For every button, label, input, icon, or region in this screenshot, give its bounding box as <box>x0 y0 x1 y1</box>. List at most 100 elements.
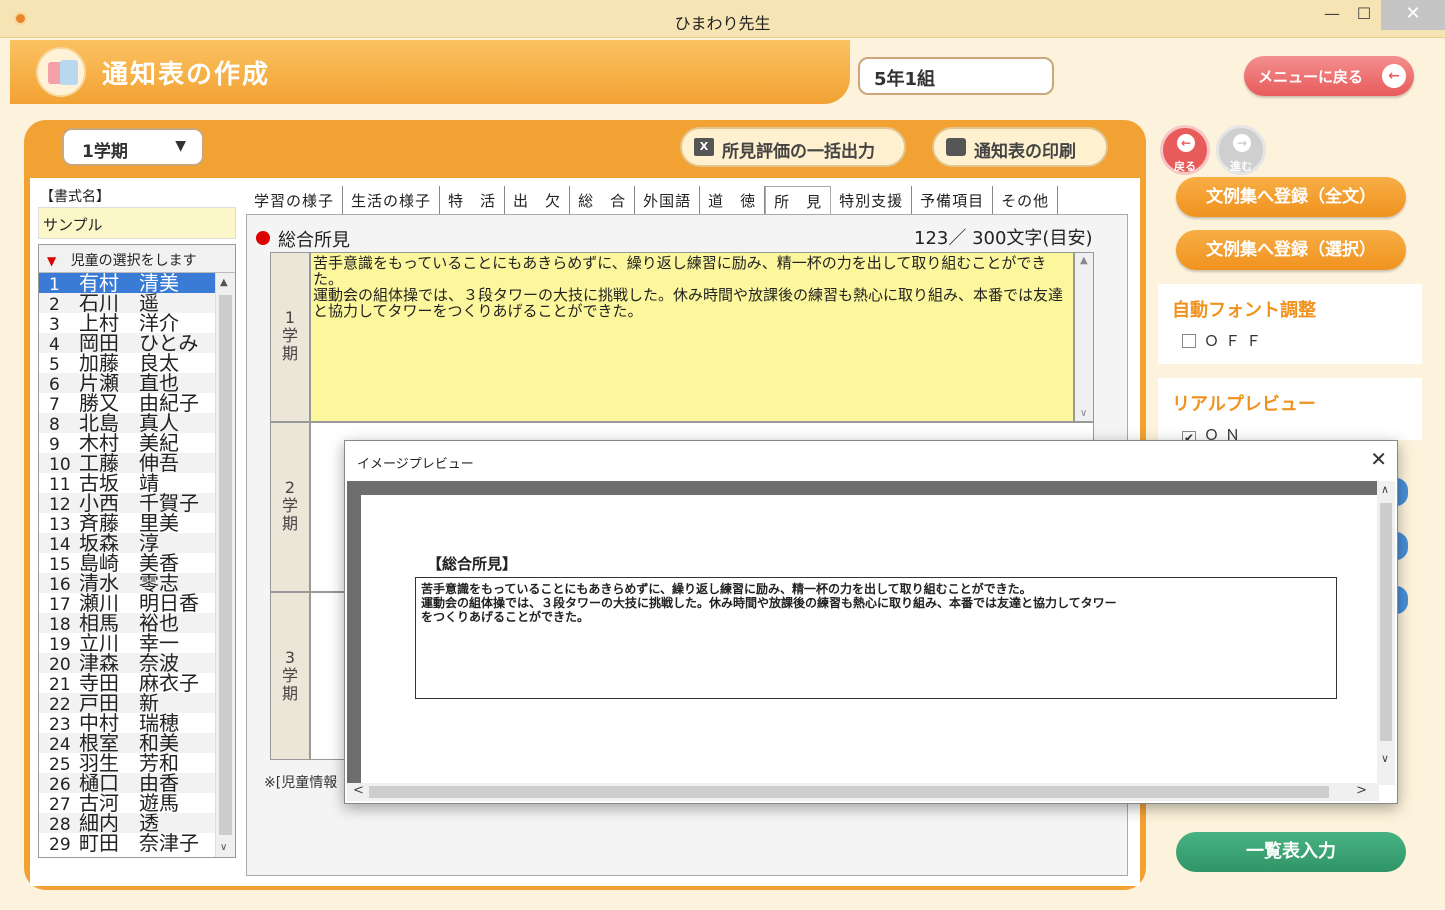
tab-10[interactable]: その他 <box>993 186 1059 214</box>
student-row[interactable]: 10 工藤 伸吾 <box>39 453 235 475</box>
register-selection-button[interactable]: 文例集へ登録（選択） <box>1176 230 1406 270</box>
excel-icon: X <box>694 138 714 156</box>
student-row[interactable]: 12 小西 千賀子 <box>39 493 235 515</box>
student-row[interactable]: 7 勝又 由紀子 <box>39 393 235 415</box>
student-row[interactable]: 15 島崎 美香 <box>39 551 235 575</box>
student-number: 13 <box>49 515 71 535</box>
scroll-right-icon[interactable]: > <box>1356 783 1367 798</box>
student-row[interactable]: 6 片瀬 直也 <box>39 371 235 395</box>
arrow-right-icon: → <box>1233 134 1251 152</box>
scroll-up-icon[interactable]: ▲ <box>1080 255 1088 266</box>
student-row[interactable]: 17 瀬川 明日香 <box>39 593 235 615</box>
auto-font-toggle[interactable]: ＯＦＦ <box>1158 322 1422 359</box>
bulk-export-button[interactable]: X 所見評価の一括出力 <box>680 127 906 167</box>
class-name-display: 5年1組 <box>858 57 1054 95</box>
student-list-scrollbar[interactable]: ▲ ∨ <box>215 273 235 857</box>
preview-heading: 【総合所見】 <box>427 555 518 573</box>
student-row[interactable]: 22 戸田 新 <box>39 693 235 715</box>
student-row[interactable]: 14 坂森 淳 <box>39 533 235 555</box>
term3-label: 3学期 <box>270 592 310 760</box>
scroll-up-icon[interactable]: ∧ <box>1381 483 1389 496</box>
real-preview-toggle[interactable]: ✔ ＯＮ <box>1158 416 1422 440</box>
term-select[interactable]: 1学期 ▼ <box>62 128 204 166</box>
student-row[interactable]: 2 石川 遥 <box>39 293 235 315</box>
forward-label: 進む <box>1230 160 1252 173</box>
scroll-up-icon[interactable]: ▲ <box>220 277 228 288</box>
tab-5[interactable]: 外国語 <box>635 186 701 214</box>
student-row[interactable]: 16 清水 零志 <box>39 573 235 595</box>
student-row[interactable]: 18 相馬 裕也 <box>39 613 235 635</box>
tab-7[interactable]: 所 見 <box>765 186 832 214</box>
student-row[interactable]: 20 津森 奈波 <box>39 653 235 675</box>
student-row[interactable]: 9 木村 美紀 <box>39 433 235 455</box>
preview-horizontal-scrollbar[interactable]: < > <box>347 783 1379 801</box>
student-list-header: ▼ 児童の選択をします <box>39 245 235 273</box>
student-number: 1 <box>49 275 60 295</box>
student-list[interactable]: ▼ 児童の選択をします 1 有村 清美 2 石川 遥 3 上村 洋介 4 岡田 ひとみ 5 加藤 … <box>38 244 236 858</box>
print-button[interactable]: 通知表の印刷 <box>932 127 1108 167</box>
maximize-button[interactable]: ☐ <box>1344 0 1384 30</box>
tab-2[interactable]: 特 活 <box>440 186 506 214</box>
student-number: 17 <box>49 595 71 615</box>
student-row[interactable]: 4 岡田 ひとみ <box>39 331 235 355</box>
menu-button-label: メニューに戻る <box>1258 68 1364 86</box>
student-row[interactable]: 29 町田 奈津子 <box>39 833 235 855</box>
back-button[interactable]: ← 戻る <box>1160 125 1210 175</box>
student-name: 上村 洋介 <box>79 311 179 335</box>
student-row[interactable]: 23 中村 瑞穂 <box>39 713 235 735</box>
dialog-title: イメージプレビュー <box>357 457 474 472</box>
forward-button[interactable]: → 進む <box>1216 125 1266 175</box>
tab-3[interactable]: 出 欠 <box>505 186 571 214</box>
tab-8[interactable]: 特別支援 <box>831 186 913 214</box>
close-window-button[interactable]: ✕ <box>1381 0 1445 30</box>
student-number: 5 <box>49 355 60 375</box>
scroll-thumb[interactable] <box>1380 503 1392 741</box>
close-icon[interactable]: ✕ <box>1370 447 1387 471</box>
arrow-left-icon: ← <box>1177 134 1195 152</box>
student-row[interactable]: 3 上村 洋介 <box>39 311 235 335</box>
tab-9[interactable]: 予備項目 <box>912 186 994 214</box>
student-name: 岡田 ひとみ <box>79 331 199 355</box>
tab-4[interactable]: 総 合 <box>570 186 636 214</box>
scroll-down-icon[interactable]: ∨ <box>1080 408 1087 419</box>
student-row[interactable]: 28 細内 透 <box>39 813 235 835</box>
checkbox-icon[interactable] <box>1182 334 1196 348</box>
scroll-left-icon[interactable]: < <box>353 783 364 798</box>
scroll-down-icon[interactable]: ∨ <box>1381 752 1389 765</box>
checkbox-checked-icon[interactable]: ✔ <box>1182 431 1196 440</box>
student-row[interactable]: 8 北島 真人 <box>39 413 235 435</box>
scroll-thumb[interactable] <box>219 295 232 835</box>
student-row[interactable]: 5 加藤 良太 <box>39 353 235 375</box>
preview-vertical-scrollbar[interactable]: ∧ ∨ <box>1377 481 1395 785</box>
list-input-button[interactable]: 一覧表入力 <box>1176 832 1406 872</box>
back-to-menu-button[interactable]: メニューに戻る ← <box>1244 56 1414 96</box>
student-number: 28 <box>49 815 71 835</box>
student-number: 9 <box>49 435 60 455</box>
student-row[interactable]: 11 古坂 靖 <box>39 473 235 495</box>
student-number: 16 <box>49 575 71 595</box>
tab-6[interactable]: 道 徳 <box>700 186 766 214</box>
student-row[interactable]: 26 樋口 由香 <box>39 773 235 795</box>
scroll-down-icon[interactable]: ∨ <box>220 842 227 853</box>
scroll-thumb[interactable] <box>369 786 1329 798</box>
term1-text-scrollbar[interactable]: ▲ ∨ <box>1074 252 1094 422</box>
student-row[interactable]: 19 立川 幸一 <box>39 633 235 655</box>
char-count: 123／ 300文字(目安) <box>914 228 1093 249</box>
student-number: 24 <box>49 735 71 755</box>
format-name-field[interactable]: サンプル <box>38 207 236 239</box>
tab-1[interactable]: 生活の様子 <box>343 186 441 214</box>
format-label: 【書式名】 <box>40 189 110 205</box>
student-name: 片瀬 直也 <box>79 371 179 395</box>
student-row[interactable]: 1 有村 清美 <box>39 273 235 295</box>
student-row[interactable]: 13 斉藤 里美 <box>39 513 235 535</box>
student-row[interactable]: 27 古河 遊馬 <box>39 793 235 815</box>
term1-text-input[interactable]: 苦手意識をもっていることにもあきらめずに、繰り返し練習に励み、精一杯の力を出して… <box>310 252 1074 422</box>
student-name: 島崎 美香 <box>79 551 179 575</box>
bulk-export-label: 所見評価の一括出力 <box>722 142 875 162</box>
student-number: 10 <box>49 455 71 475</box>
student-row[interactable]: 25 羽生 芳和 <box>39 753 235 775</box>
student-row[interactable]: 24 根室 和美 <box>39 733 235 755</box>
student-row[interactable]: 21 寺田 麻衣子 <box>39 673 235 695</box>
tab-0[interactable]: 学習の様子 <box>246 186 344 214</box>
register-all-button[interactable]: 文例集へ登録（全文） <box>1176 177 1406 217</box>
